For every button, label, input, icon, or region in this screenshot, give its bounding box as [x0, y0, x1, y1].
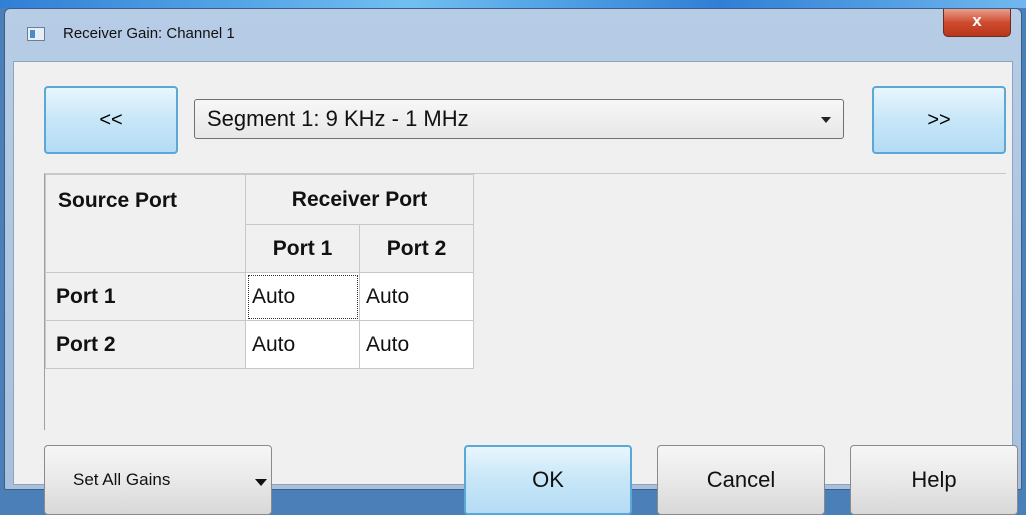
gain-cell-port1-port1[interactable]: Auto — [245, 272, 360, 321]
help-button[interactable]: Help — [850, 445, 1018, 515]
next-segment-button[interactable]: >> — [872, 86, 1006, 154]
window-title: Receiver Gain: Channel 1 — [63, 25, 235, 42]
row-header-port-1: Port 1 — [45, 272, 246, 321]
receiver-gain-dialog: Receiver Gain: Channel 1 x << Segment 1:… — [4, 8, 1022, 515]
previous-segment-button[interactable]: << — [44, 86, 178, 154]
dropdown-arrow-icon — [255, 479, 267, 486]
title-bar: Receiver Gain: Channel 1 x — [5, 9, 1021, 61]
table-row: Port 1 Auto Auto — [45, 272, 474, 321]
receiver-gain-grid: Source Port Receiver Port Port 1 Port 2 … — [44, 173, 1006, 430]
segment-dropdown[interactable]: Segment 1: 9 KHz - 1 MHz — [194, 99, 844, 139]
dialog-client-area: << Segment 1: 9 KHz - 1 MHz >> Source Po… — [13, 61, 1018, 515]
table-row: Port 2 Auto Auto — [45, 320, 474, 369]
close-icon: x — [972, 11, 982, 30]
set-all-gains-dropdown-button[interactable]: Set All Gains — [44, 445, 272, 515]
gain-table: Source Port Receiver Port Port 1 Port 2 … — [45, 174, 474, 369]
set-all-gains-label: Set All Gains — [73, 470, 171, 489]
source-port-header: Source Port — [45, 174, 246, 273]
app-window-icon — [27, 27, 45, 41]
gain-cell-port1-port2[interactable]: Auto — [359, 272, 474, 321]
gain-cell-port2-port2[interactable]: Auto — [359, 320, 474, 369]
desktop-top-strip — [0, 0, 1026, 8]
column-header-port-1: Port 1 — [245, 224, 360, 273]
column-header-port-2: Port 2 — [359, 224, 474, 273]
chevron-down-icon — [821, 117, 831, 123]
row-header-port-2: Port 2 — [45, 320, 246, 369]
gain-cell-port2-port1[interactable]: Auto — [245, 320, 360, 369]
ok-button[interactable]: OK — [464, 445, 632, 515]
receiver-port-header: Receiver Port — [245, 174, 474, 225]
cancel-button[interactable]: Cancel — [657, 445, 825, 515]
close-button[interactable]: x — [943, 9, 1011, 37]
segment-selected-value: Segment 1: 9 KHz - 1 MHz — [207, 106, 469, 131]
